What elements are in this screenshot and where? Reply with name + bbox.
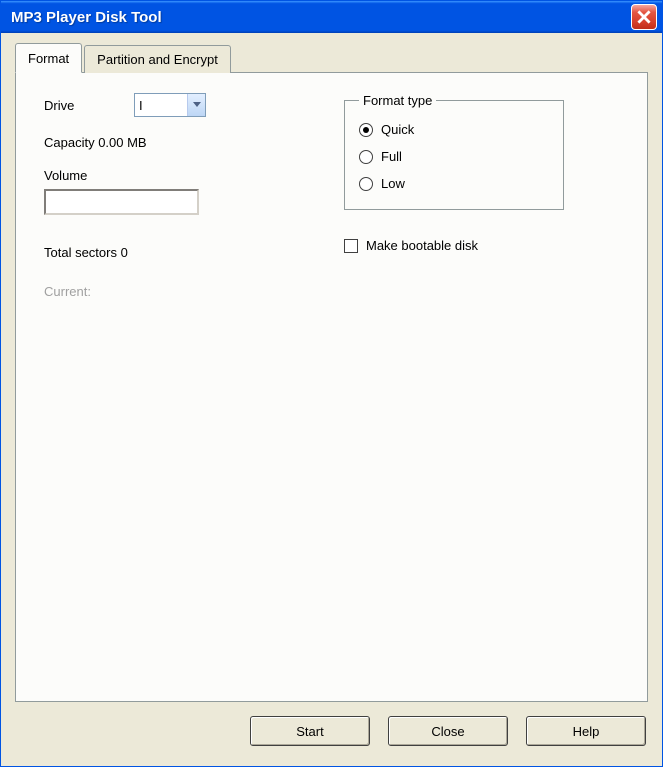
radio-icon	[359, 123, 373, 137]
tabs-container: Format Partition and Encrypt Drive I	[15, 45, 648, 702]
form-columns: Drive I Capacity 0.00 MB	[44, 93, 619, 317]
radio-quick[interactable]: Quick	[359, 116, 549, 143]
tab-format-label: Format	[28, 51, 69, 66]
drive-select[interactable]: I	[134, 93, 206, 117]
volume-input[interactable]	[44, 189, 199, 215]
capacity-text: Capacity 0.00 MB	[44, 135, 304, 150]
tab-panel-format: Drive I Capacity 0.00 MB	[15, 72, 648, 702]
dialog-window: MP3 Player Disk Tool Format Partition an…	[0, 0, 663, 767]
radio-icon	[359, 177, 373, 191]
drive-label: Drive	[44, 98, 134, 113]
close-button[interactable]: Close	[388, 716, 508, 746]
left-column: Drive I Capacity 0.00 MB	[44, 93, 304, 317]
volume-group: Volume	[44, 168, 304, 215]
format-type-group: Format type Quick Full Low	[344, 93, 564, 210]
total-sectors-text: Total sectors 0	[44, 245, 304, 260]
current-label: Current:	[44, 284, 304, 299]
drive-row: Drive I	[44, 93, 304, 117]
drive-dropdown-arrow[interactable]	[187, 94, 205, 116]
radio-icon	[359, 150, 373, 164]
checkbox-icon	[344, 239, 358, 253]
radio-full-label: Full	[381, 149, 402, 164]
format-type-legend: Format type	[359, 93, 436, 108]
start-button-label: Start	[296, 724, 323, 739]
chevron-down-icon	[193, 102, 201, 108]
start-button[interactable]: Start	[250, 716, 370, 746]
window-title: MP3 Player Disk Tool	[11, 9, 162, 26]
help-button[interactable]: Help	[526, 716, 646, 746]
bootable-label: Make bootable disk	[366, 238, 478, 253]
help-button-label: Help	[573, 724, 600, 739]
radio-low-label: Low	[381, 176, 405, 191]
button-row: Start Close Help	[15, 702, 648, 754]
right-column: Format type Quick Full Low	[344, 93, 619, 259]
tab-partition-label: Partition and Encrypt	[97, 52, 218, 67]
radio-low[interactable]: Low	[359, 170, 549, 197]
client-area: Format Partition and Encrypt Drive I	[1, 33, 662, 766]
drive-value: I	[139, 98, 143, 113]
radio-full[interactable]: Full	[359, 143, 549, 170]
close-icon	[637, 10, 651, 24]
tab-partition-encrypt[interactable]: Partition and Encrypt	[84, 45, 231, 73]
tab-format[interactable]: Format	[15, 43, 82, 73]
volume-label: Volume	[44, 168, 304, 183]
tab-row: Format Partition and Encrypt	[15, 45, 648, 73]
close-button-label: Close	[431, 724, 464, 739]
close-window-button[interactable]	[631, 4, 657, 30]
titlebar: MP3 Player Disk Tool	[1, 1, 662, 33]
bootable-checkbox-row[interactable]: Make bootable disk	[344, 232, 619, 259]
radio-quick-label: Quick	[381, 122, 414, 137]
